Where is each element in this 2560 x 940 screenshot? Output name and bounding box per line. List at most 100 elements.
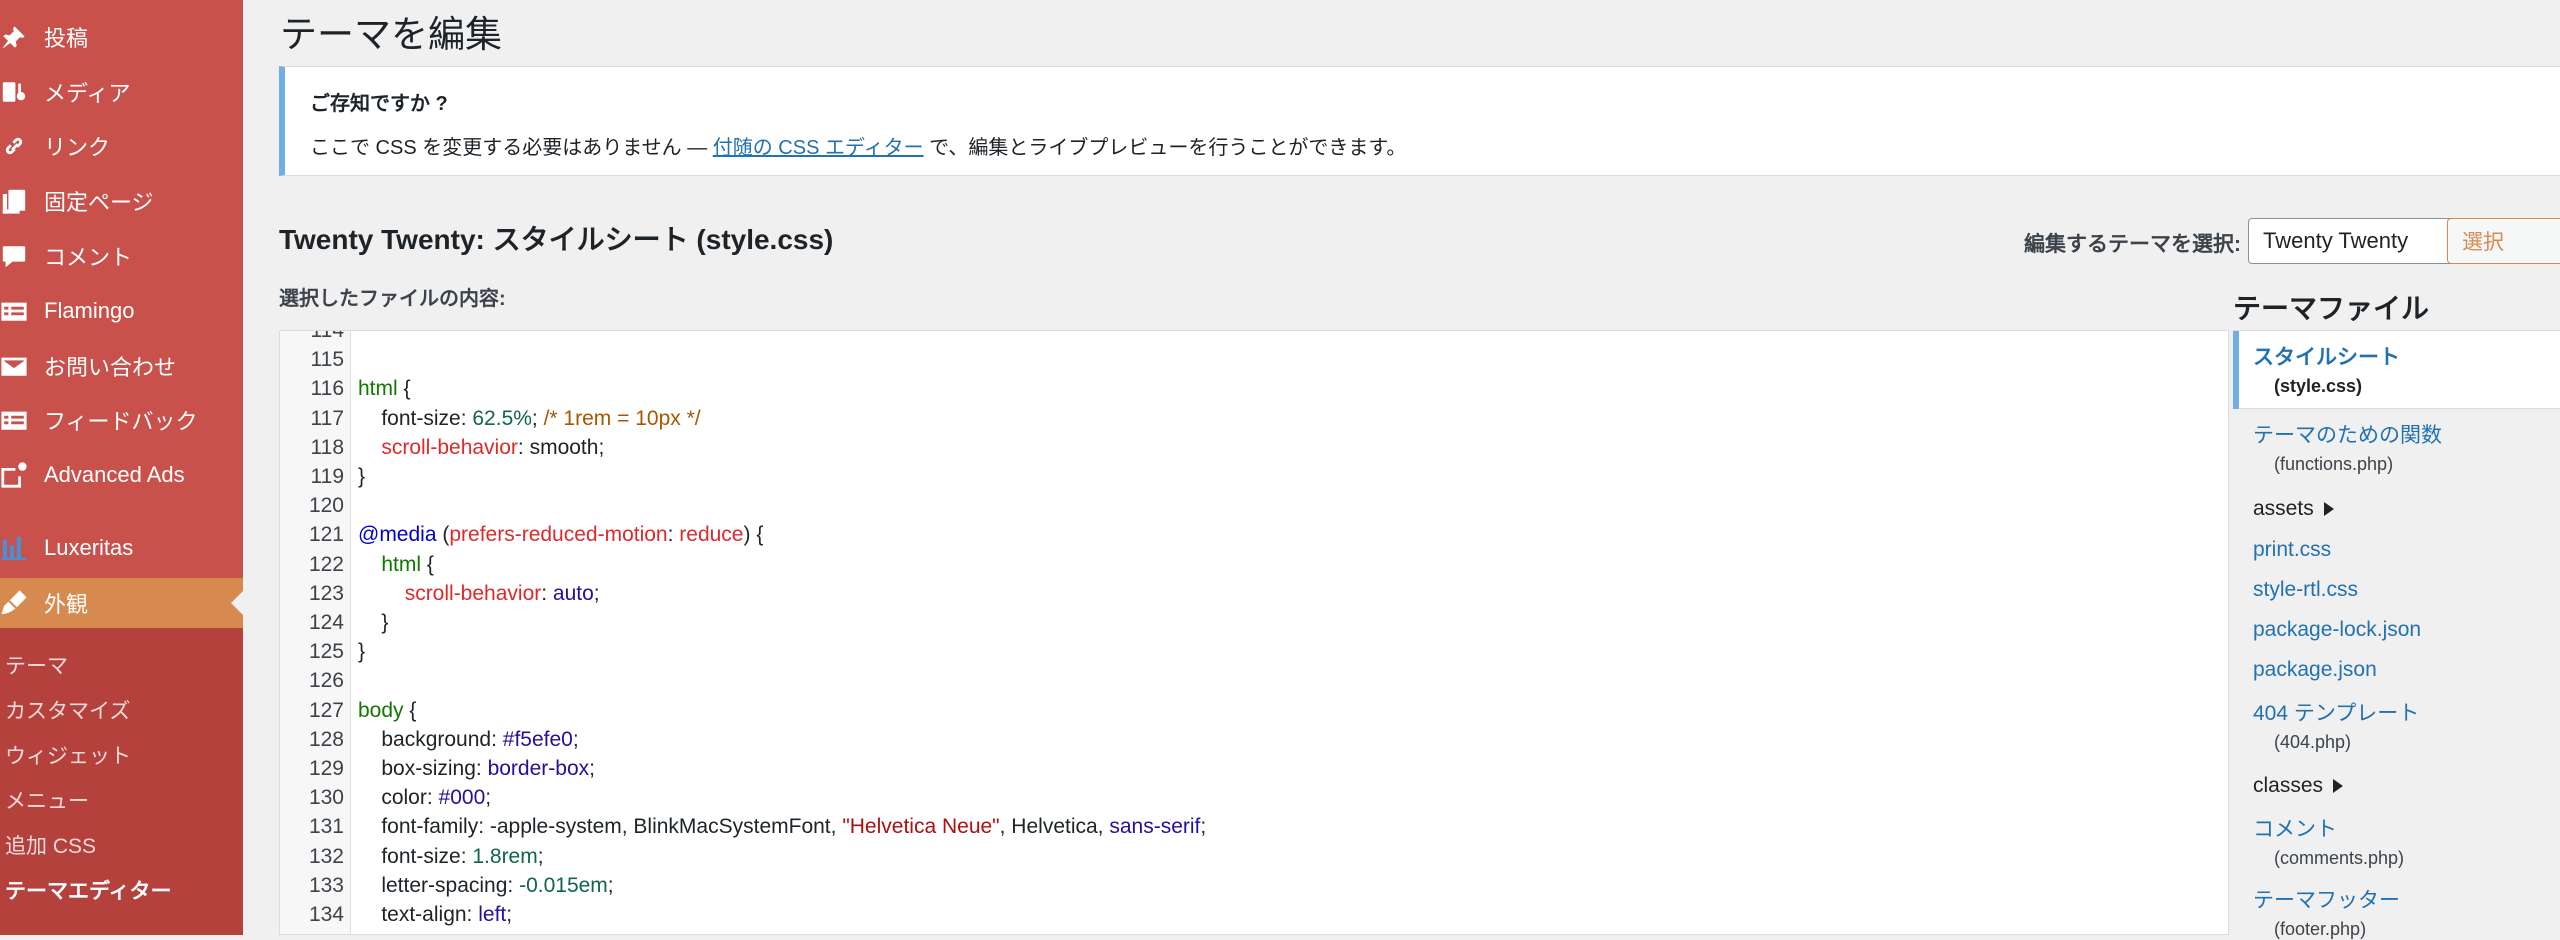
code-line: 119} — [280, 462, 2180, 491]
file-sub-404: (404.php) — [2274, 732, 2352, 752]
submenu-menus[interactable]: メニュー — [5, 785, 89, 815]
code-line: 126 — [280, 666, 2180, 695]
code-line: 135} — [280, 929, 2180, 934]
line-code: html { — [358, 550, 434, 579]
line-code: background: #f5efe0; — [358, 725, 578, 754]
comment-icon — [0, 231, 44, 281]
code-line: 116 html { — [280, 374, 2180, 403]
folder-classes-label: classes — [2253, 774, 2324, 797]
code-token: -0.015em — [519, 873, 608, 897]
line-number: 123 — [308, 581, 344, 605]
line-number: 134 — [308, 903, 344, 926]
admin-sidebar: 投稿 メディア リンク 固定ページ コメント Flamingo お問い合わせ フ… — [0, 0, 243, 935]
menu-item-appearance[interactable]: 外観 — [0, 578, 243, 628]
menu-item-links[interactable]: リンク — [0, 121, 243, 171]
file-item-package-lock-json[interactable]: package-lock.json — [2253, 618, 2421, 642]
code-token: ; — [531, 406, 544, 430]
folder-classes[interactable]: classes — [2253, 774, 2344, 798]
pin-icon — [0, 12, 44, 62]
code-line: 133 letter-spacing: -0.015em; — [280, 871, 2180, 900]
submenu-customize[interactable]: カスタマイズ — [5, 695, 130, 725]
line-number: 121 — [308, 523, 344, 547]
menu-item-luxeritas[interactable]: Luxeritas — [0, 523, 243, 573]
info-notice: ご存知ですか ? ここで CSS を変更する必要はありません — 付随の CSS… — [279, 66, 2560, 176]
submenu-additional-css[interactable]: 追加 CSS — [5, 830, 96, 860]
line-number: 115 — [310, 348, 344, 372]
code-line: 115 — [280, 345, 2180, 374]
menu-item-posts[interactable]: 投稿 — [0, 12, 243, 62]
code-line: 114 — [280, 330, 2180, 345]
line-number: 114 — [310, 330, 344, 342]
submenu-widgets[interactable]: ウィジェット — [5, 740, 131, 770]
code-token: ; — [537, 844, 544, 868]
line-number: 117 — [310, 406, 344, 430]
line-code: scroll-behavior: smooth; — [358, 433, 604, 462]
code-line: 120 — [280, 491, 2180, 520]
caret-right-icon — [2333, 779, 2344, 794]
chart-icon — [0, 523, 44, 573]
file-sub-stylesheet: (style.css) — [2274, 376, 2363, 396]
page-title: テーマを編集 — [280, 14, 502, 55]
file-item-footer[interactable]: テーマフッター — [2253, 884, 2400, 914]
code-token: ) { — [743, 523, 764, 547]
menu-item-contact[interactable]: お問い合わせ — [0, 341, 243, 391]
line-number: 130 — [308, 786, 344, 810]
line-code: } — [358, 637, 365, 666]
code-token: #000 — [438, 786, 486, 810]
code-token: ; — [485, 786, 492, 810]
line-number: 119 — [310, 465, 344, 488]
file-item-404[interactable]: 404 テンプレート — [2253, 697, 2419, 727]
line-code: font-size: 62.5%; /* 1rem = 10px */ — [358, 404, 700, 433]
file-item-stylesheet[interactable]: スタイルシート — [2253, 341, 2400, 371]
line-number: 128 — [308, 727, 344, 751]
menu-item-media[interactable]: メディア — [0, 67, 243, 117]
file-heading: Twenty Twenty: スタイルシート (style.css) — [279, 224, 834, 255]
line-code: font-size: 1.8rem; — [358, 842, 544, 871]
menu-item-advanced-ads[interactable]: Advanced Ads — [0, 450, 243, 500]
file-item-package-json[interactable]: package.json — [2253, 658, 2377, 682]
code-line: 128 background: #f5efe0; — [280, 725, 2180, 754]
file-sub-functions: (functions.php) — [2274, 454, 2394, 474]
line-number: 125 — [308, 640, 344, 664]
line-code: color: #000; — [358, 783, 491, 812]
theme-files-heading: テーマファイル — [2233, 293, 2430, 324]
menu-item-flamingo[interactable]: Flamingo — [0, 286, 243, 336]
line-number: 120 — [308, 494, 344, 518]
code-line: 117 font-size: 62.5%; /* 1rem = 10px */ — [280, 404, 2180, 433]
select-theme-button[interactable]: 選択 — [2447, 218, 2560, 264]
code-token: { — [397, 377, 411, 401]
file-item-print-css[interactable]: print.css — [2253, 538, 2331, 562]
code-token: sans-serif — [1109, 815, 1201, 839]
line-code: } — [358, 608, 388, 637]
line-code: text-align: left; — [358, 900, 512, 929]
code-line: 134 text-align: left; — [280, 900, 2180, 929]
menu-item-comments[interactable]: コメント — [0, 231, 243, 281]
code-token: : — [667, 523, 680, 547]
file-item-functions[interactable]: テーマのための関数 — [2253, 419, 2442, 449]
css-editor-link[interactable]: 付随の CSS エディター — [713, 137, 924, 159]
menu-item-feedback[interactable]: フィードバック — [0, 395, 243, 445]
list-icon — [0, 286, 44, 336]
code-token: 1.8rem — [472, 844, 538, 868]
code-token: html — [358, 377, 398, 401]
submenu-theme-editor[interactable]: テーマエディター — [5, 875, 172, 905]
file-item-style-rtl-css[interactable]: style-rtl.css — [2253, 578, 2358, 602]
code-editor[interactable]: 114 115 116 html {117 font-size: 62.5%; /* … — [279, 330, 2229, 935]
code-line: 129 box-sizing: border-box; — [280, 754, 2180, 783]
theme-select-label: 編集するテーマを選択: — [2024, 233, 2241, 256]
folder-assets[interactable]: assets — [2253, 497, 2334, 521]
code-token: } — [358, 611, 389, 634]
submenu-themes[interactable]: テーマ — [5, 650, 68, 680]
code-token: auto — [552, 581, 594, 605]
code-line: 124 } — [280, 608, 2180, 637]
code-token: , Helvetica, — [999, 815, 1110, 839]
code-token: : — [541, 581, 553, 605]
line-number: 126 — [308, 669, 344, 693]
code-token: font-size: — [358, 406, 473, 430]
code-line: 123 scroll-behavior: auto; — [280, 579, 2180, 608]
link-icon — [0, 121, 44, 171]
menu-item-pages[interactable]: 固定ページ — [0, 176, 243, 226]
code-token: ; — [1200, 815, 1207, 839]
file-item-comments[interactable]: コメント — [2253, 813, 2337, 843]
